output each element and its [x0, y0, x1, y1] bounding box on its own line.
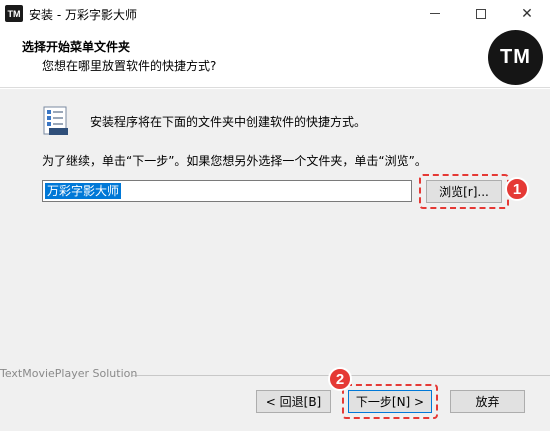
close-button[interactable]: ✕ — [504, 0, 550, 27]
shortcut-folder-icon — [43, 106, 68, 135]
cancel-button[interactable]: 放弃 — [450, 390, 525, 413]
step-badge-2: 2 — [328, 367, 352, 391]
title-bar: TM 安装 - 万彩字影大师 ✕ — [0, 0, 550, 27]
instruction-text: 为了继续，单击“下一步”。如果您想另外选择一个文件夹，单击“浏览”。 — [42, 154, 427, 168]
page-title: 选择开始菜单文件夹 — [22, 40, 131, 54]
wizard-content: 安装程序将在下面的文件夹中创建软件的快捷方式。 为了继续，单击“下一步”。如果您… — [0, 89, 550, 431]
close-icon: ✕ — [521, 5, 533, 22]
start-menu-folder-input[interactable] — [42, 180, 412, 202]
app-icon: TM — [5, 5, 23, 22]
browse-button[interactable]: 浏览[r]... — [426, 180, 502, 203]
page-subtitle: 您想在哪里放置软件的快捷方式? — [42, 59, 217, 73]
brand-label: TextMoviePlayer Solution — [0, 367, 138, 380]
wizard-header: 选择开始菜单文件夹 您想在哪里放置软件的快捷方式? TM — [0, 27, 550, 88]
next-button[interactable]: 下一步[N] > — [348, 390, 432, 413]
intro-text: 安装程序将在下面的文件夹中创建软件的快捷方式。 — [90, 115, 367, 129]
maximize-button[interactable] — [458, 0, 504, 27]
step-badge-1: 1 — [505, 177, 529, 201]
back-button[interactable]: < 回退[B] — [256, 390, 331, 413]
window-title: 安装 - 万彩字影大师 — [29, 8, 137, 22]
minimize-button[interactable] — [412, 0, 458, 27]
minimize-icon — [430, 13, 440, 14]
maximize-icon — [476, 8, 486, 19]
tm-logo: TM — [488, 30, 543, 85]
